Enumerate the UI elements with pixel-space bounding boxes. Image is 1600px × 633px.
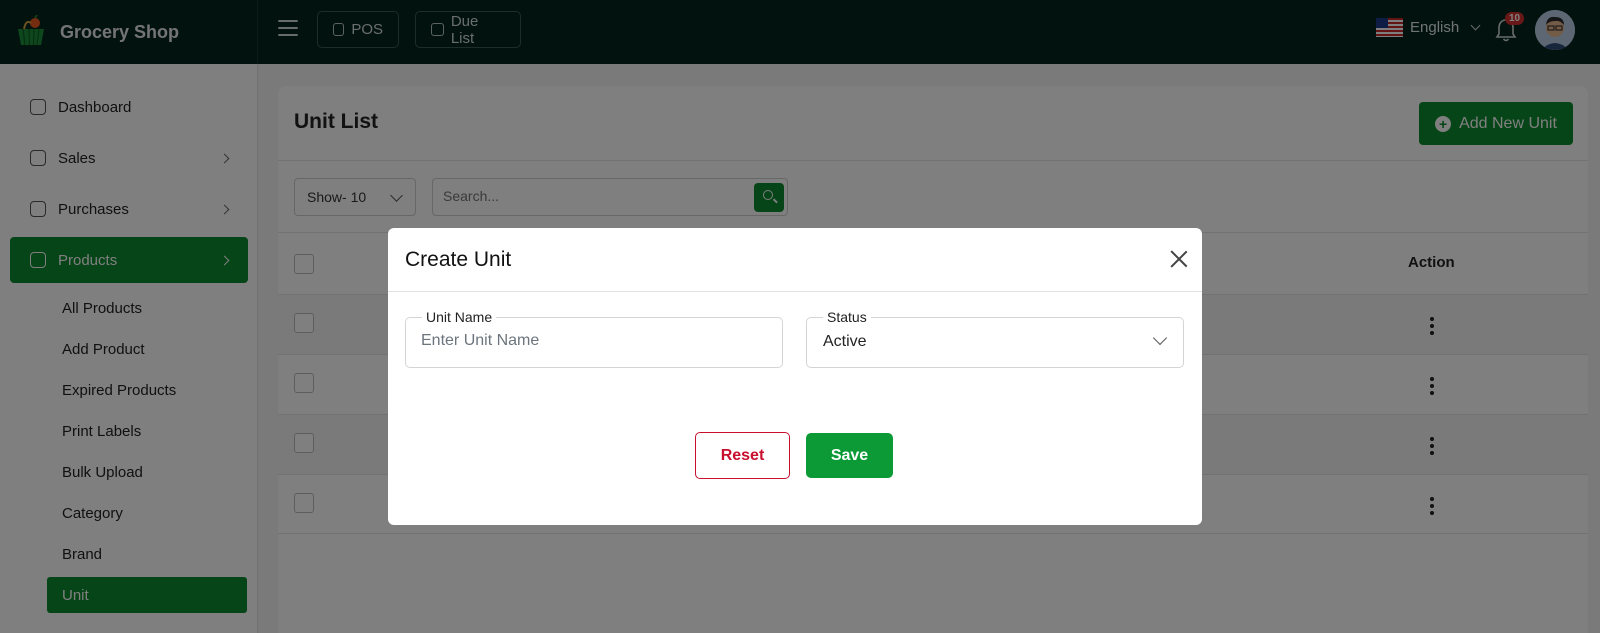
save-button[interactable]: Save [806,433,893,478]
close-icon[interactable] [1170,250,1188,268]
unit-name-label: Unit Name [422,309,497,325]
status-value: Active [823,333,867,350]
create-unit-modal: Create Unit Unit Name Status Active Rese… [388,228,1202,525]
reset-button[interactable]: Reset [695,432,790,479]
status-select[interactable]: Status Active [806,309,1184,368]
unit-name-field: Unit Name [405,309,783,368]
modal-title: Create Unit [405,248,512,271]
divider [388,291,1202,292]
unit-name-input[interactable] [421,332,761,350]
status-label: Status [823,309,871,325]
chevron-down-icon [1152,330,1168,346]
